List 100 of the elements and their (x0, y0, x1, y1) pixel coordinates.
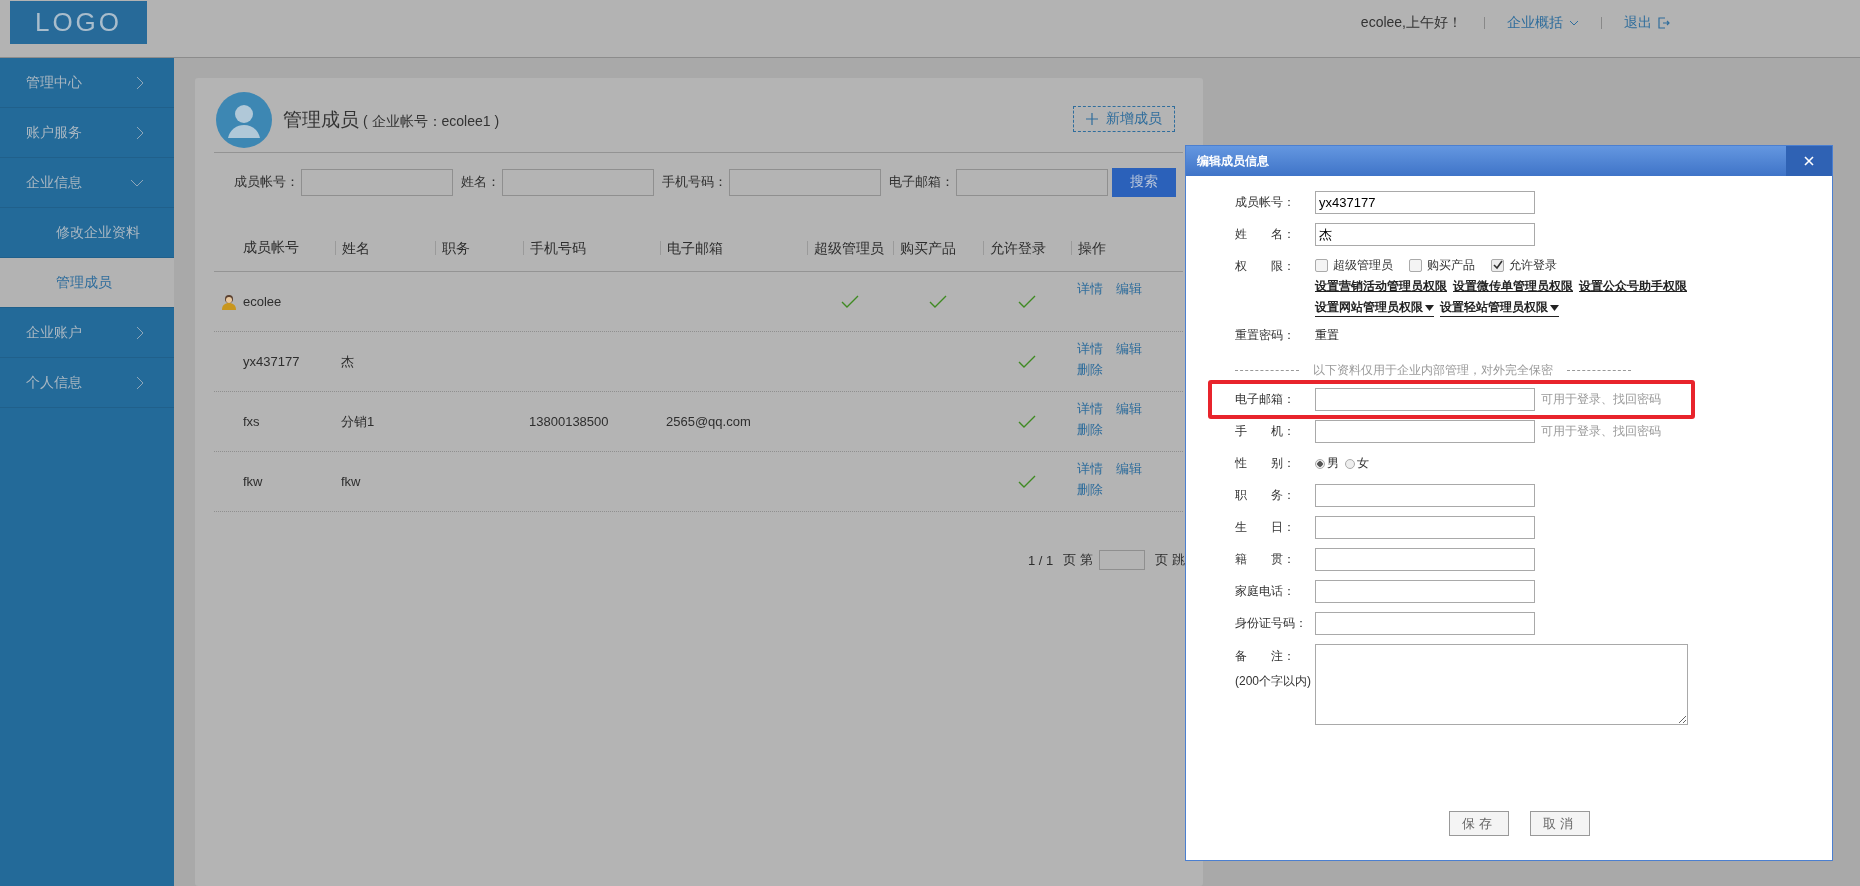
field-label: 姓 名： (1235, 226, 1296, 243)
search-field[interactable] (956, 168, 1108, 196)
chevron-right-icon (136, 325, 144, 340)
search-label: 成员帐号： (234, 173, 299, 191)
search-label: 手机号码： (662, 173, 727, 191)
sidebar-item[interactable]: 管理中心 (0, 58, 174, 108)
field-label: 电子邮箱： (1235, 391, 1296, 408)
field-label: 手 机： (1235, 423, 1296, 440)
table-cell: ecolee (243, 294, 282, 309)
dialog-button[interactable]: 取消 (1530, 811, 1590, 836)
action-link[interactable]: 编辑 (1116, 460, 1155, 478)
close-icon (1804, 156, 1814, 166)
field-hint: 可用于登录、找回密码 (1541, 423, 1661, 440)
radio-button[interactable] (1315, 458, 1325, 469)
field-label: 家庭电话： (1235, 583, 1296, 600)
input-field[interactable] (1315, 548, 1535, 571)
action-link[interactable]: 编辑 (1116, 340, 1155, 358)
column-header: 姓名 (335, 241, 435, 255)
action-link[interactable]: 详情 (1077, 460, 1116, 478)
field-label: 职 务： (1235, 487, 1296, 504)
permission-dropdown[interactable]: 设置轻站管理员权限 (1440, 299, 1559, 317)
checkbox-label: 购买产品 (1427, 256, 1475, 274)
account-field[interactable]: yx437177 (1315, 191, 1535, 214)
logout-icon (1658, 16, 1670, 29)
field-sublabel: (200个字以内) (1235, 673, 1312, 690)
permission-link[interactable]: 设置微传单管理员权限 (1453, 277, 1573, 295)
search-label: 电子邮箱： (889, 173, 954, 191)
chevron-right-icon (136, 375, 144, 390)
search-button[interactable]: 搜索 (1112, 167, 1176, 197)
field-label: 权 限： (1235, 258, 1296, 275)
chevron-down-icon (1569, 19, 1579, 26)
sidebar-item[interactable]: 企业账户 (0, 308, 174, 358)
sidebar-item[interactable]: 企业信息 (0, 158, 174, 208)
table-cell: 13800138500 (529, 414, 609, 429)
radio-button[interactable] (1345, 458, 1355, 469)
input-field[interactable] (1315, 516, 1535, 539)
sidebar-subitem[interactable]: 管理成员 (0, 258, 174, 308)
field-label: 生 日： (1235, 519, 1296, 536)
column-header: 职务 (435, 241, 523, 255)
input-field[interactable] (1315, 612, 1535, 635)
input-field[interactable] (1315, 580, 1535, 603)
close-button[interactable] (1786, 146, 1832, 176)
permission-link[interactable]: 设置营销活动管理员权限 (1315, 277, 1447, 295)
action-link[interactable]: 详情 (1077, 340, 1116, 358)
greeting: ecolee,上午好！ (1360, 13, 1462, 32)
caret-icon (1425, 304, 1434, 311)
reset-link[interactable]: 重置 (1315, 327, 1339, 344)
column-header: 电子邮箱 (660, 241, 807, 255)
search-field[interactable] (729, 168, 881, 196)
input-field[interactable] (1315, 388, 1535, 411)
action-link[interactable]: 详情 (1077, 280, 1116, 298)
table-cell: fxs (243, 414, 260, 429)
table-cell: yx437177 (243, 354, 300, 369)
column-header: 成员帐号 (242, 239, 300, 257)
page-count: 1 / 1 (1028, 552, 1054, 568)
field-label: 性 别： (1235, 455, 1296, 472)
sidebar-item[interactable]: 账户服务 (0, 108, 174, 158)
table-cell: 2565@qq.com (666, 414, 751, 429)
chevron-right-icon (136, 75, 144, 90)
column-header: 手机号码 (523, 241, 660, 255)
permission-link[interactable]: 设置公众号助手权限 (1579, 277, 1687, 295)
caret-icon (1550, 304, 1559, 311)
remarks-field[interactable] (1315, 644, 1688, 725)
page-title: 管理成员 (283, 108, 359, 132)
search-field[interactable] (502, 168, 654, 196)
table-cell: fkw (341, 474, 361, 489)
checkbox[interactable] (1491, 258, 1504, 272)
checkbox[interactable] (1409, 258, 1422, 272)
action-link[interactable]: 删除 (1077, 361, 1116, 379)
checkbox[interactable] (1315, 258, 1328, 272)
radio-label: 女 (1357, 455, 1369, 472)
name-field[interactable]: 杰 (1315, 223, 1535, 246)
field-label: 身份证号码： (1235, 615, 1308, 632)
field-label: 重置密码： (1235, 327, 1296, 344)
sidebar-item[interactable]: 个人信息 (0, 358, 174, 408)
chevron-right-icon (136, 125, 144, 140)
page-input[interactable] (1098, 550, 1145, 570)
chevron-down-icon (130, 178, 144, 187)
input-field[interactable] (1315, 420, 1535, 443)
action-link[interactable]: 详情 (1077, 400, 1116, 418)
logout-link[interactable]: 退出 (1624, 13, 1670, 32)
action-link[interactable]: 删除 (1077, 421, 1116, 439)
page-subtitle: ( 企业帐号：ecolee1 ) (363, 113, 500, 131)
action-link[interactable]: 删除 (1077, 481, 1116, 499)
company-menu[interactable]: 企业概括 (1507, 13, 1579, 32)
search-label: 姓名： (461, 173, 500, 191)
avatar-icon (216, 92, 272, 148)
action-link[interactable]: 编辑 (1116, 280, 1155, 298)
page-label: 页 跳 (1154, 551, 1185, 569)
field-label: 备 注： (1235, 648, 1296, 665)
add-member-button[interactable]: 新增成员 (1073, 106, 1175, 132)
privacy-note: 以下资料仅用于企业内部管理，对外完全保密 (1313, 361, 1553, 379)
action-link[interactable]: 编辑 (1116, 400, 1155, 418)
checkbox-label: 超级管理员 (1333, 256, 1393, 274)
search-field[interactable] (301, 168, 453, 196)
permission-dropdown[interactable]: 设置网站管理员权限 (1315, 299, 1434, 317)
dialog-button[interactable]: 保存 (1449, 811, 1509, 836)
field-hint: 可用于登录、找回密码 (1541, 391, 1661, 408)
input-field[interactable] (1315, 484, 1535, 507)
column-header: 超级管理员 (807, 241, 893, 255)
